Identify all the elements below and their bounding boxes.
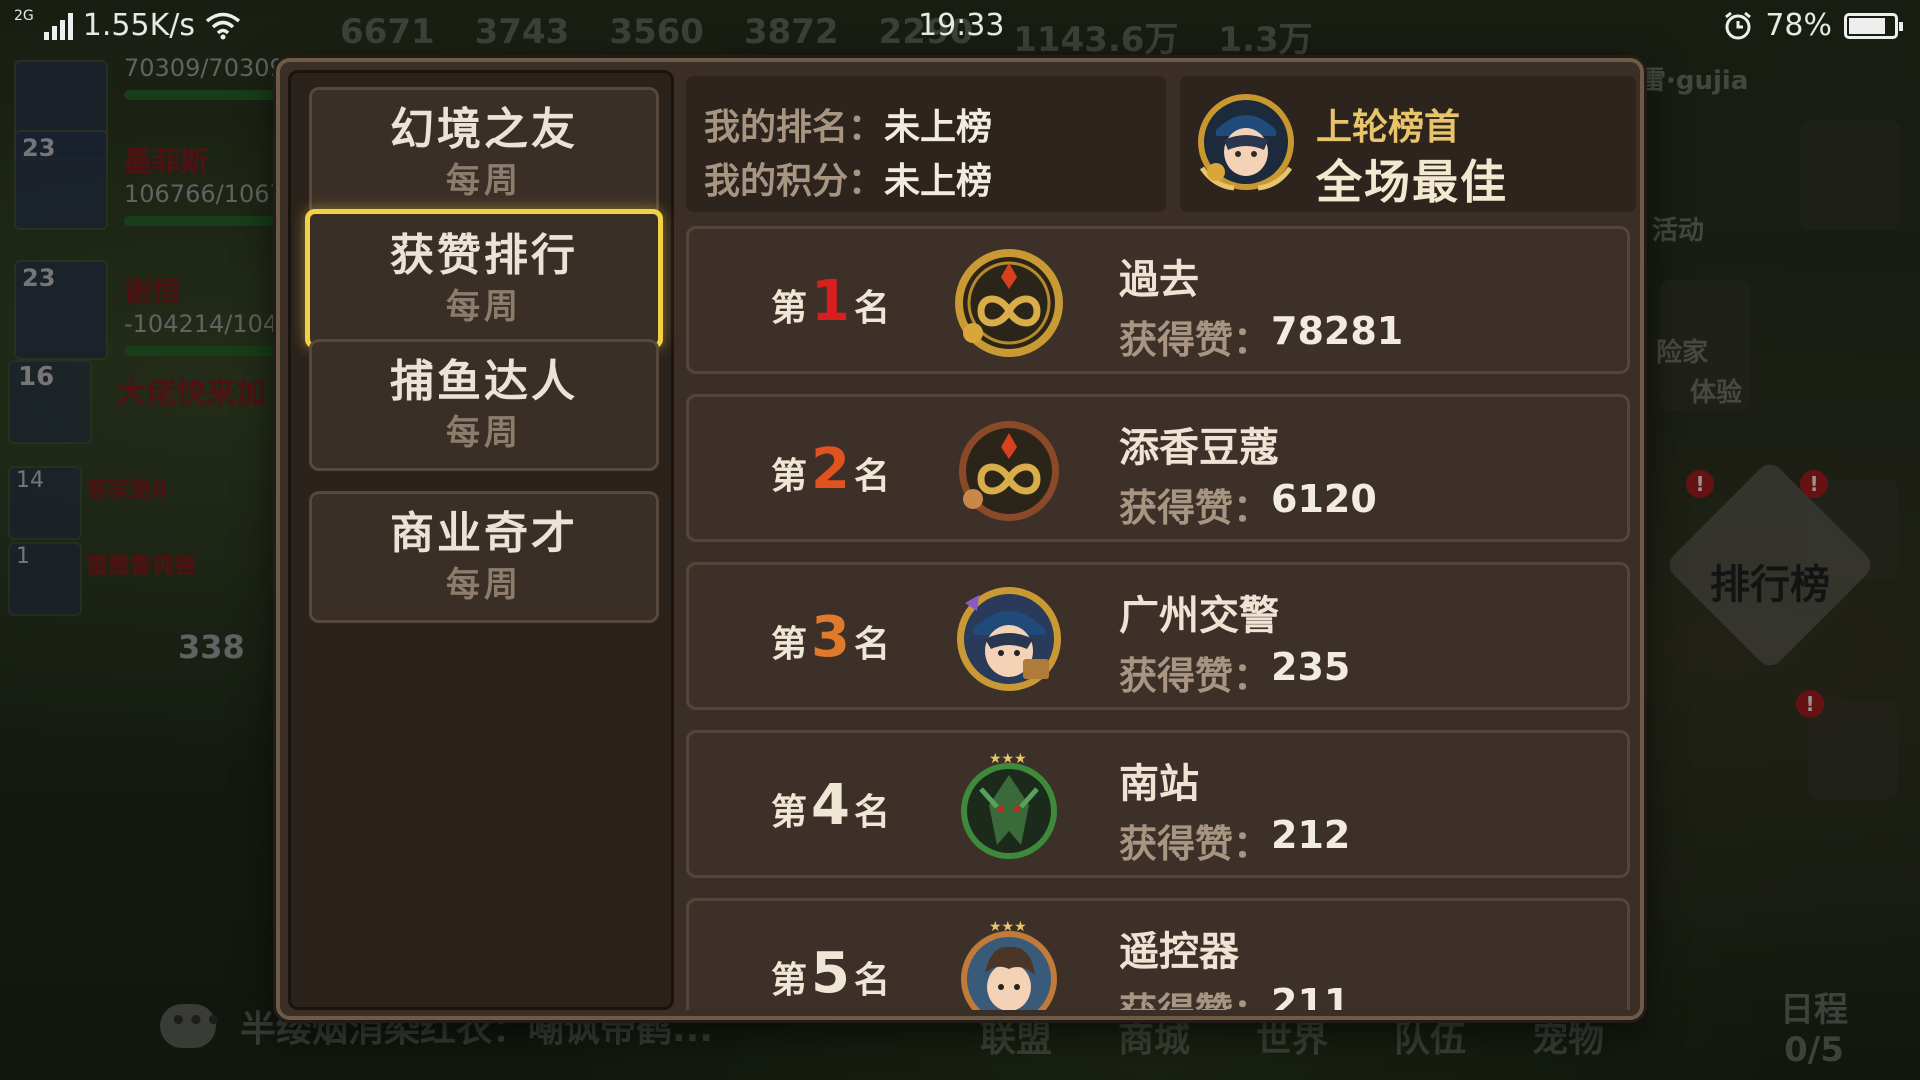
boy-portrait-icon: ★★★ [961, 919, 1057, 1010]
champion-name: 全场最佳 [1316, 155, 1508, 209]
category-fishing-master[interactable]: 捕鱼达人 每周 [309, 339, 659, 471]
network-generation: 2G [14, 7, 34, 24]
my-score-label: 我的积分： [704, 161, 885, 202]
my-rank-row: 我的排名： 未上榜 [704, 98, 992, 150]
likes-count: 获得赞： 6120 [1119, 477, 1377, 532]
my-rank-label: 我的排名： [704, 107, 885, 148]
category-period: 每周 [446, 161, 522, 201]
rank-number: 1 [811, 269, 850, 334]
category-period: 每周 [446, 413, 522, 453]
likes-count: 获得赞： 235 [1119, 645, 1350, 700]
likes-count: 获得赞： 211 [1119, 981, 1350, 1010]
likes-count: 获得赞： 78281 [1119, 309, 1403, 364]
player-name: 南站 [1119, 761, 1199, 807]
likes-value: 78281 [1271, 309, 1404, 353]
category-period: 每周 [446, 287, 522, 327]
battery-icon [1844, 12, 1903, 39]
rank-number: 2 [811, 437, 850, 502]
svg-text:★★★: ★★★ [989, 919, 1027, 935]
rank-position: 第 1 名 [771, 269, 890, 334]
rank-suffix: 名 [853, 456, 890, 497]
signal-icon [43, 12, 73, 40]
rank-prefix: 第 [771, 624, 808, 665]
likes-label: 获得赞： [1119, 318, 1272, 362]
rank-position: 第 3 名 [771, 605, 890, 670]
dragon-portrait-icon: ★★★ [961, 751, 1057, 859]
likes-label: 获得赞： [1119, 981, 1271, 1010]
clock: 19:33 [918, 8, 1005, 43]
category-business-genius[interactable]: 商业奇才 每周 [309, 491, 659, 623]
rank-suffix: 名 [853, 288, 890, 329]
leaderboard-panel: 幻境之友 每周 获赞排行 每周 捕鱼达人 每周 商业奇才 每周 我的排名： 未上… [276, 58, 1644, 1020]
category-likes-ranking[interactable]: 获赞排行 每周 [305, 209, 663, 349]
champion-label: 上轮榜首 [1316, 107, 1461, 148]
ranking-row[interactable]: 第 4 名 ★★★ 南站 获得赞： 212 [686, 730, 1630, 878]
rank-position: 第 2 名 [771, 437, 890, 502]
rank-prefix: 第 [771, 960, 808, 1001]
likes-value: 212 [1271, 813, 1351, 857]
my-score-value: 未上榜 [884, 161, 993, 202]
category-title: 商业奇才 [390, 508, 578, 559]
category-sidebar: 幻境之友 每周 获赞排行 每周 捕鱼达人 每周 商业奇才 每周 [288, 70, 674, 1010]
rank-prefix: 第 [771, 456, 808, 497]
ranking-row[interactable]: 第 5 名 ★★★ 遥控器 获得赞： 211 [686, 898, 1630, 1010]
rank-position: 第 5 名 [771, 941, 890, 1006]
likes-label: 获得赞： [1119, 654, 1272, 698]
player-name: 遥控器 [1119, 929, 1239, 975]
svg-text:★★★: ★★★ [989, 751, 1027, 767]
status-bar: 2G 1.55K/s 19:33 78% [0, 0, 1920, 56]
alarm-icon [1725, 11, 1752, 39]
rank-prefix: 第 [771, 792, 808, 833]
likes-label: 获得赞： [1119, 486, 1272, 530]
rank-number: 4 [811, 773, 850, 838]
category-title: 幻境之友 [390, 104, 578, 155]
ranking-row[interactable]: 第 1 名 過去 获得赞： 78281 [686, 226, 1630, 374]
wifi-icon [205, 12, 241, 39]
rank-suffix: 名 [853, 792, 890, 833]
likes-value: 235 [1271, 645, 1351, 689]
likes-count: 获得赞： 212 [1119, 813, 1350, 868]
likes-value: 211 [1271, 981, 1351, 1010]
player-name: 广州交警 [1119, 593, 1279, 639]
rank-prefix: 第 [771, 288, 808, 329]
ranking-row[interactable]: 第 3 名 广州交警 获得赞： 235 [686, 562, 1630, 710]
champion-avatar-icon [1198, 94, 1294, 191]
rank-position: 第 4 名 [771, 773, 890, 838]
category-friends-of-illusion[interactable]: 幻境之友 每周 [309, 87, 659, 219]
player-name: 過去 [1119, 257, 1199, 303]
infinity-badge-icon [959, 421, 1059, 521]
category-title: 获赞排行 [390, 230, 578, 281]
my-ranking-info: 我的排名： 未上榜 我的积分： 未上榜 [686, 76, 1166, 212]
likes-label: 获得赞： [1119, 822, 1272, 866]
category-period: 每周 [446, 565, 522, 605]
rank-number: 5 [811, 941, 850, 1006]
my-score-row: 我的积分： 未上榜 [704, 152, 992, 204]
infinity-badge-icon [955, 249, 1063, 357]
my-rank-value: 未上榜 [884, 107, 993, 148]
ranking-content: 我的排名： 未上榜 我的积分： 未上榜 上轮榜首 全场最佳 第 1 名 過去 获… [686, 70, 1636, 1010]
network-speed: 1.55K/s [82, 8, 195, 43]
last-round-champion[interactable]: 上轮榜首 全场最佳 [1180, 76, 1636, 212]
battery-level: 78% [1765, 8, 1832, 43]
rank-number: 3 [811, 605, 850, 670]
ranking-row[interactable]: 第 2 名 添香豆蔻 获得赞： 6120 [686, 394, 1630, 542]
rank-suffix: 名 [853, 624, 890, 665]
likes-value: 6120 [1271, 477, 1377, 521]
hero-portrait-icon [957, 587, 1061, 691]
player-name: 添香豆蔻 [1119, 425, 1279, 471]
category-title: 捕鱼达人 [390, 356, 578, 407]
rank-suffix: 名 [853, 960, 890, 1001]
